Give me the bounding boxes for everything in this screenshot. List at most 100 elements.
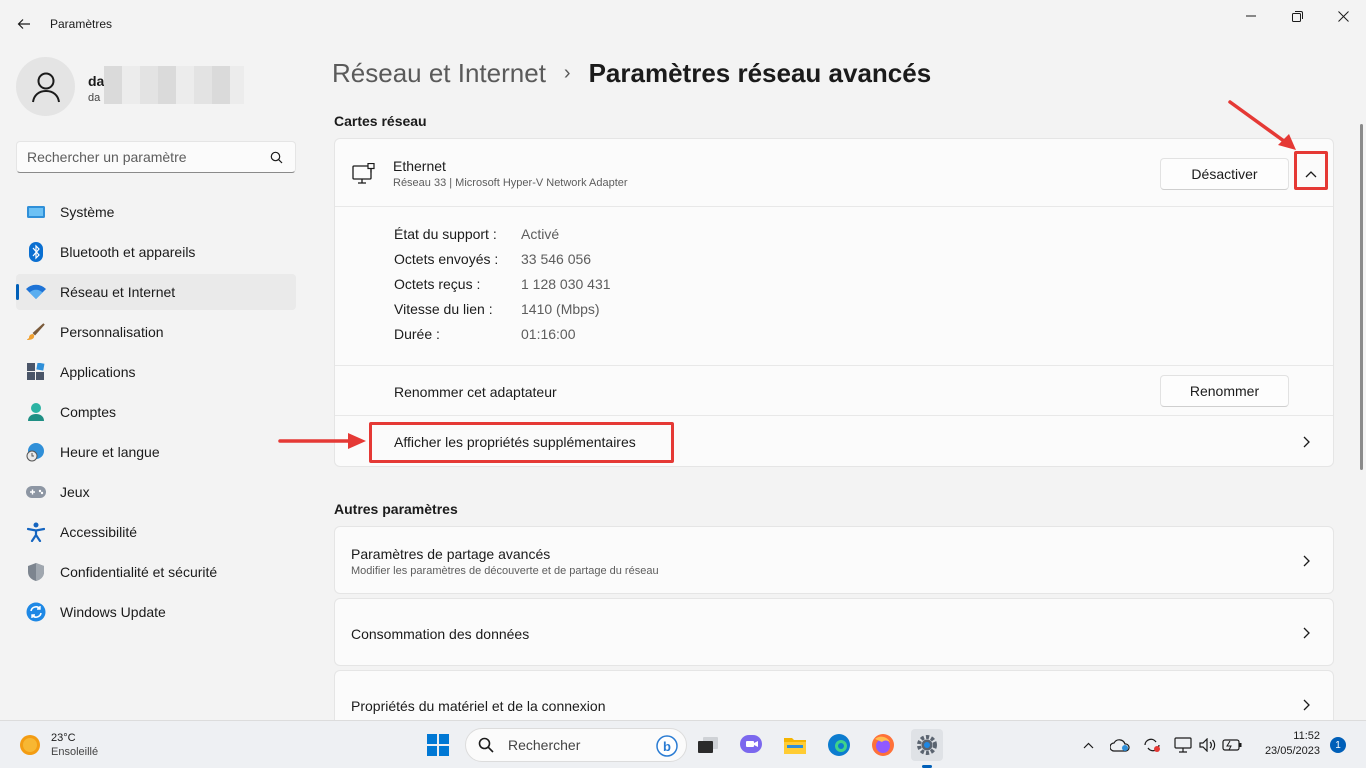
task-view-button[interactable] [692,729,724,761]
setting-title: Consommation des données [351,626,530,642]
sidebar-item-label: Bluetooth et appareils [60,244,196,260]
property-row: Durée : 01:16:00 [394,326,576,342]
property-label: Vitesse du lien : [394,301,493,317]
sidebar-item-windows-update[interactable]: Windows Update [16,594,296,630]
breadcrumb-separator: › [563,62,571,84]
show-hidden-icons-button[interactable] [1076,729,1100,761]
person-icon [26,402,46,422]
property-value: 33 546 056 [521,251,592,267]
property-row: Octets envoyés : 33 546 056 [394,251,591,267]
property-label: Durée : [394,326,440,342]
onedrive-tray-button[interactable] [1106,729,1134,761]
sidebar-item-systeme[interactable]: Système [16,194,296,230]
system-clock[interactable]: 11:52 23/05/2023 [1252,729,1320,759]
sync-tray-button[interactable] [1138,729,1166,761]
sidebar-item-personnalisation[interactable]: Personnalisation [16,314,296,350]
property-label: Octets reçus : [394,276,481,292]
volume-tray-button[interactable] [1195,729,1221,761]
svg-text:b: b [663,739,671,754]
adapter-header[interactable]: Ethernet Réseau 33 | Microsoft Hyper-V N… [335,139,1333,207]
property-value: 1410 (Mbps) [521,301,600,317]
chevron-right-icon [1303,436,1310,448]
rename-button[interactable]: Renommer [1160,375,1289,407]
maximize-button[interactable] [1274,4,1320,28]
weather-description: Ensoleillé [51,746,99,758]
sidebar-item-confidentialite[interactable]: Confidentialité et sécurité [16,554,296,590]
setting-row-partage-avance[interactable]: Paramètres de partage avancés Modifier l… [334,526,1334,594]
property-value: 01:16:00 [521,326,576,342]
back-button[interactable] [10,10,38,38]
settings-app-button[interactable] [911,729,943,768]
property-label: État du support : [394,226,497,242]
settings-search[interactable] [16,141,296,173]
disable-adapter-button[interactable]: Désactiver [1160,158,1289,190]
search-input[interactable] [17,142,257,172]
clock-time: 11:52 [1293,730,1320,742]
gear-icon [917,735,937,755]
sidebar-item-bluetooth[interactable]: Bluetooth et appareils [16,234,296,270]
bing-icon: b [656,735,678,757]
brush-icon [26,322,46,342]
weather-temp: 23°C [51,732,76,744]
setting-row-proprietes-materiel[interactable]: Propriétés du matériel et de la connexio… [334,670,1334,720]
start-button[interactable] [422,729,454,761]
taskbar-search[interactable]: Rechercher b [465,728,687,762]
sync-icon [1144,738,1160,752]
property-value: 1 128 030 431 [521,276,611,292]
ethernet-adapter-card: Ethernet Réseau 33 | Microsoft Hyper-V N… [334,138,1334,467]
sidebar-item-comptes[interactable]: Comptes [16,394,296,430]
file-explorer-button[interactable] [779,729,811,761]
update-icon [26,602,46,622]
shield-icon [26,562,46,582]
firefox-button[interactable] [867,729,899,761]
annotation-arrow-icon [1228,100,1296,150]
folder-icon [784,738,806,754]
annotation-arrow-icon [278,433,366,449]
edge-button[interactable] [823,729,855,761]
weather-widget[interactable]: 23°C Ensoleillé [18,731,98,759]
setting-row-consommation-donnees[interactable]: Consommation des données [334,598,1334,666]
sidebar-item-label: Windows Update [60,604,166,620]
sidebar-item-reseau[interactable]: Réseau et Internet [16,274,296,310]
setting-title: Paramètres de partage avancés [351,546,551,562]
battery-tray-button[interactable] [1219,729,1245,761]
sidebar-item-applications[interactable]: Applications [16,354,296,390]
accessibility-icon [26,522,46,542]
redacted-account-info [104,66,244,104]
clock-date: 23/05/2023 [1264,745,1320,757]
speaker-icon [1199,738,1216,752]
sidebar-item-heure-langue[interactable]: Heure et langue [16,434,296,470]
rename-row: Renommer cet adaptateur Renommer [335,365,1333,416]
section-title-autres-parametres: Autres paramètres [334,501,458,517]
notification-badge[interactable]: 1 [1330,737,1346,753]
minimize-button[interactable] [1228,4,1274,28]
profile-name: da [88,73,105,89]
search-icon [270,151,283,164]
sidebar-item-label: Applications [60,364,136,380]
task-view-icon [698,737,718,753]
scrollbar-thumb[interactable] [1360,124,1363,470]
adapter-description: Réseau 33 | Microsoft Hyper-V Network Ad… [393,177,628,189]
sidebar-nav: Système Bluetooth et appareils Réseau et… [16,194,296,634]
sidebar-item-accessibilite[interactable]: Accessibilité [16,514,296,550]
sidebar-item-jeux[interactable]: Jeux [16,474,296,510]
minimize-icon [1246,15,1256,17]
page-title: Paramètres réseau avancés [588,58,932,88]
teams-chat-button[interactable] [735,729,767,761]
sidebar-item-label: Personnalisation [60,324,164,340]
battery-icon [1222,739,1242,751]
annotation-box-more-properties [369,422,674,463]
sidebar-item-label: Comptes [60,404,117,420]
windows-logo-icon [427,734,449,756]
avatar[interactable] [16,57,75,116]
sidebar-item-label: Jeux [60,484,90,500]
close-button[interactable] [1320,4,1366,28]
section-title-cartes-reseau: Cartes réseau [334,113,427,129]
chat-icon [740,735,762,753]
profile-email: da [88,92,101,104]
breadcrumb-parent[interactable]: Réseau et Internet [332,58,546,89]
property-row: Octets reçus : 1 128 030 431 [394,276,611,292]
property-row: État du support : Activé [394,226,559,242]
network-tray-button[interactable] [1170,729,1196,761]
title-bar: Paramètres [0,0,1366,48]
